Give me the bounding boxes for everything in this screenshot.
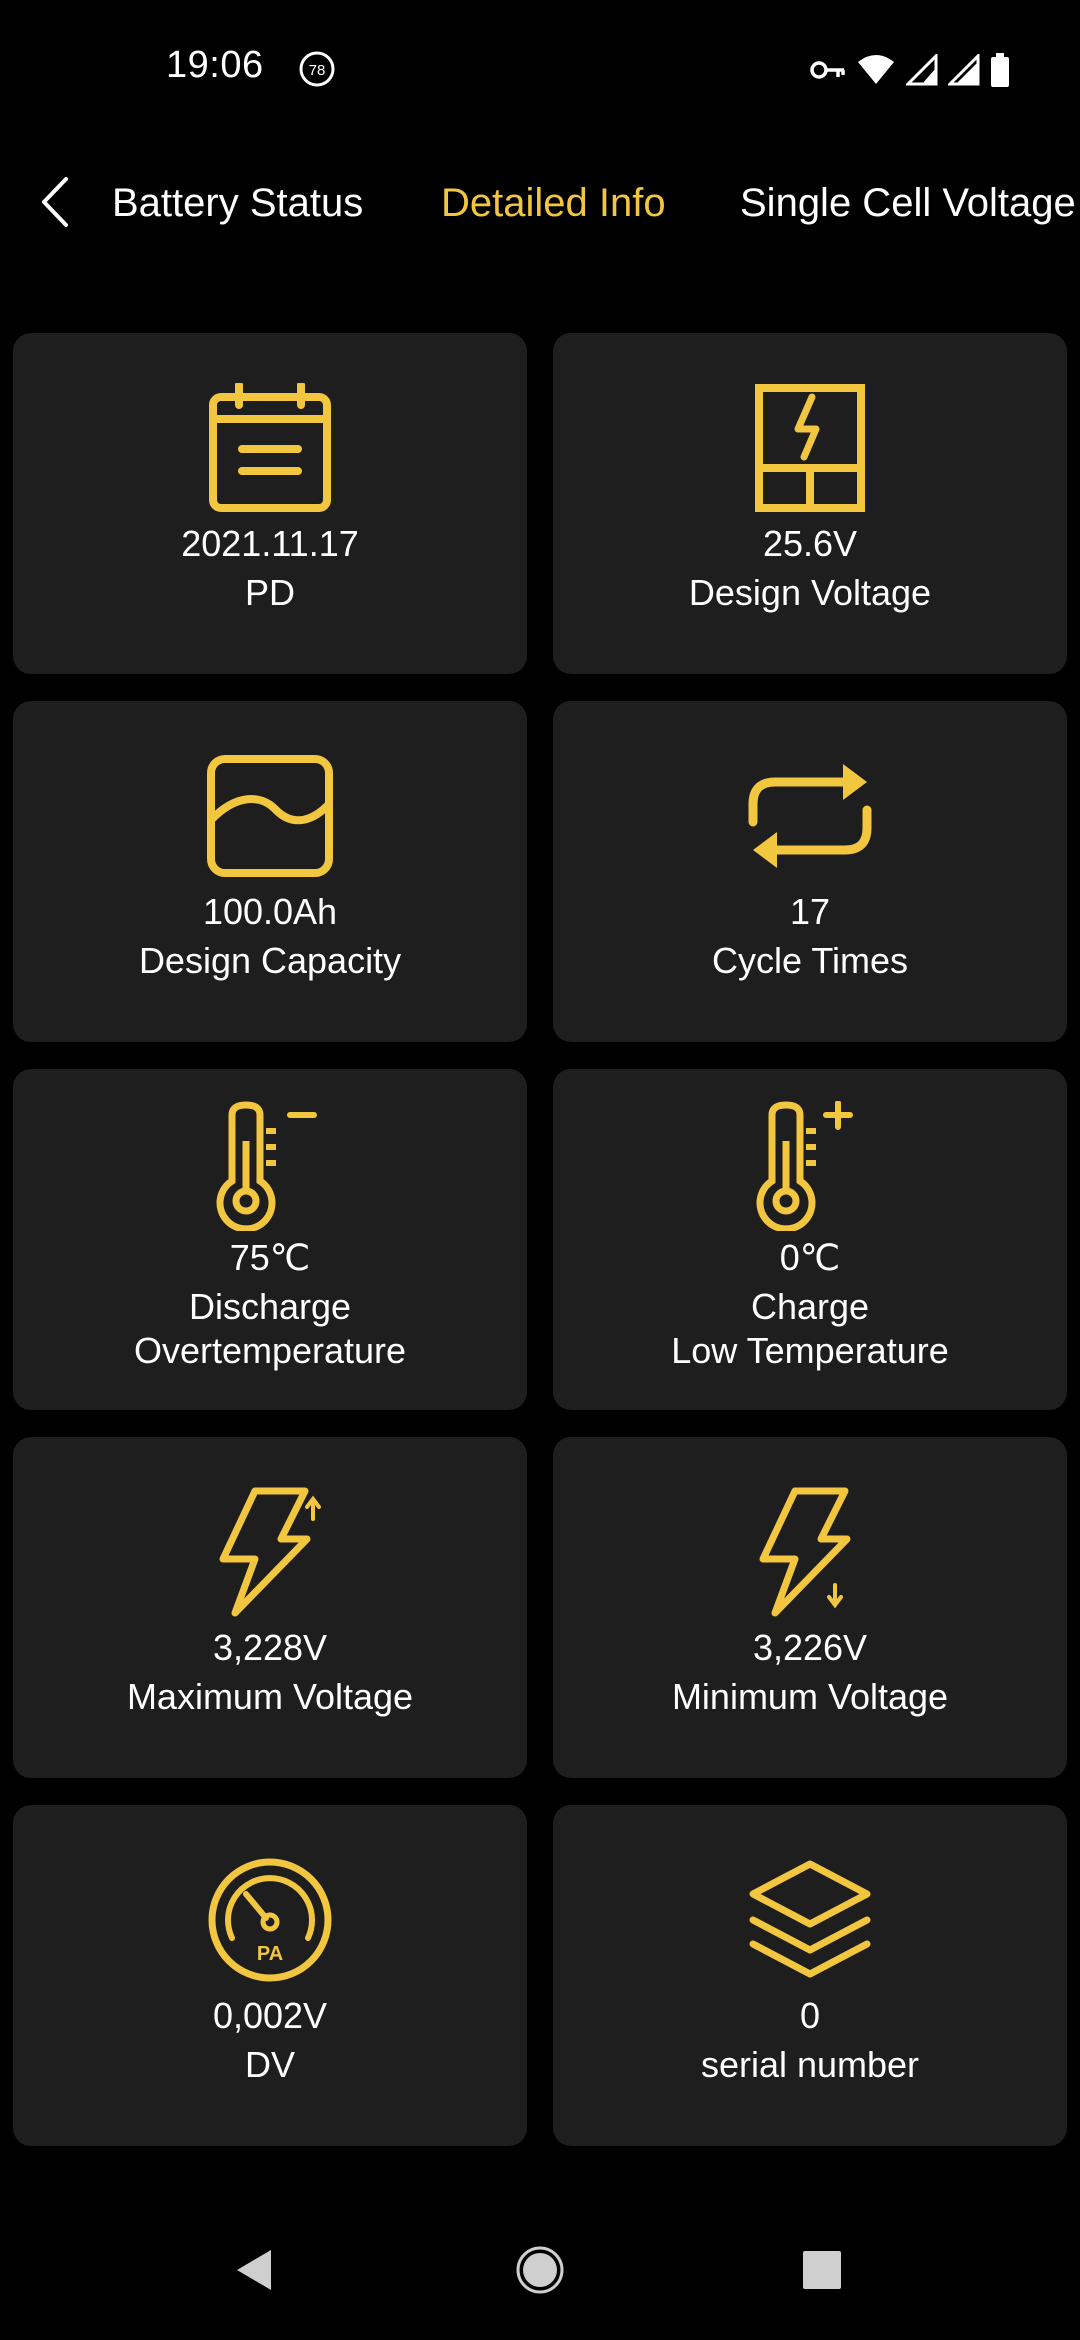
- card-label: PD: [244, 572, 295, 613]
- card-value: 100.0Ah: [202, 891, 338, 932]
- card-value: 3,226V: [752, 1627, 868, 1668]
- bolt-up-icon: [219, 1487, 321, 1617]
- card-maximum-voltage: 3,228V Maximum Voltage: [13, 1437, 527, 1778]
- card-label: serial number: [700, 2044, 920, 2085]
- card-serial-number: 0 serial number: [553, 1805, 1067, 2146]
- card-cycle-times: 17 Cycle Times: [553, 701, 1067, 1042]
- bolt-down-icon: [759, 1487, 851, 1617]
- card-value: 75℃: [229, 1237, 311, 1278]
- card-value: 2021.11.17: [181, 523, 359, 564]
- nav-recents-button[interactable]: [792, 2240, 852, 2300]
- thermometer-minus-icon: [216, 1101, 317, 1231]
- signal-icon: [948, 54, 980, 86]
- card-minimum-voltage: 3,226V Minimum Voltage: [553, 1437, 1067, 1778]
- cycle-arrows-icon: [748, 764, 872, 868]
- card-value: 17: [789, 891, 831, 932]
- card-value: 0,002V: [212, 1995, 328, 2036]
- capacity-wave-icon: [207, 755, 333, 877]
- card-value: 0℃: [779, 1237, 841, 1278]
- card-label: DV: [244, 2044, 295, 2085]
- gauge-icon: PA: [208, 1858, 332, 1982]
- chevron-left-icon: [42, 177, 68, 227]
- card-value: 25.6V: [762, 523, 858, 564]
- card-design-capacity: 100.0Ah Design Capacity: [13, 701, 527, 1042]
- layers-icon: [749, 1860, 871, 1978]
- card-charge-low-temperature: 0℃ Charge Low Temperature: [553, 1069, 1067, 1410]
- tab-single-cell-voltage[interactable]: Single Cell Voltage: [740, 178, 1076, 228]
- wifi-icon: [858, 55, 894, 84]
- status-icons: [810, 50, 1010, 90]
- nav-home-button[interactable]: [510, 2240, 570, 2300]
- card-label: Discharge Overtemperature: [133, 1286, 407, 1371]
- top-tab-bar: Battery Status Detailed Info Single Cell…: [0, 150, 1080, 260]
- thermometer-plus-icon: [756, 1101, 853, 1231]
- calendar-icon: [209, 383, 331, 512]
- vpn-key-icon: [810, 61, 845, 79]
- svg-text:78: 78: [309, 62, 326, 79]
- notification-badge-icon: 78: [299, 51, 335, 87]
- card-value: 0: [799, 1995, 821, 2036]
- recents-square-icon: [803, 2251, 841, 2289]
- card-label: Minimum Voltage: [671, 1676, 949, 1717]
- card-design-voltage: 25.6V Design Voltage: [553, 333, 1067, 674]
- nav-back-button[interactable]: [225, 2240, 285, 2300]
- card-label: Design Voltage: [688, 572, 932, 613]
- signal-icon: [906, 54, 938, 86]
- card-dv: PA 0,002V DV: [13, 1805, 527, 2146]
- tab-battery-status[interactable]: Battery Status: [112, 178, 363, 228]
- card-label: Maximum Voltage: [126, 1676, 414, 1717]
- card-label: Design Capacity: [138, 940, 402, 981]
- status-time: 19:06: [166, 44, 264, 86]
- back-button[interactable]: [30, 172, 80, 232]
- status-bar: 19:06 78: [0, 0, 1080, 140]
- card-label: Cycle Times: [711, 940, 909, 981]
- svg-text:PA: PA: [257, 1943, 283, 1965]
- card-label: Charge Low Temperature: [671, 1286, 949, 1371]
- card-discharge-overtemperature: 75℃ Discharge Overtemperature: [13, 1069, 527, 1410]
- battery-icon: [991, 53, 1009, 87]
- card-production-date: 2021.11.17 PD: [13, 333, 527, 674]
- design-voltage-icon: [755, 384, 865, 512]
- info-grid: 2021.11.17 PD 25.6V Design Voltage 100.0…: [13, 333, 1067, 2146]
- tab-detailed-info[interactable]: Detailed Info: [441, 178, 666, 228]
- card-value: 3,228V: [212, 1627, 328, 1668]
- back-triangle-icon: [237, 2250, 271, 2290]
- home-circle-icon: [516, 2246, 564, 2294]
- system-nav-bar: [0, 2200, 1080, 2340]
